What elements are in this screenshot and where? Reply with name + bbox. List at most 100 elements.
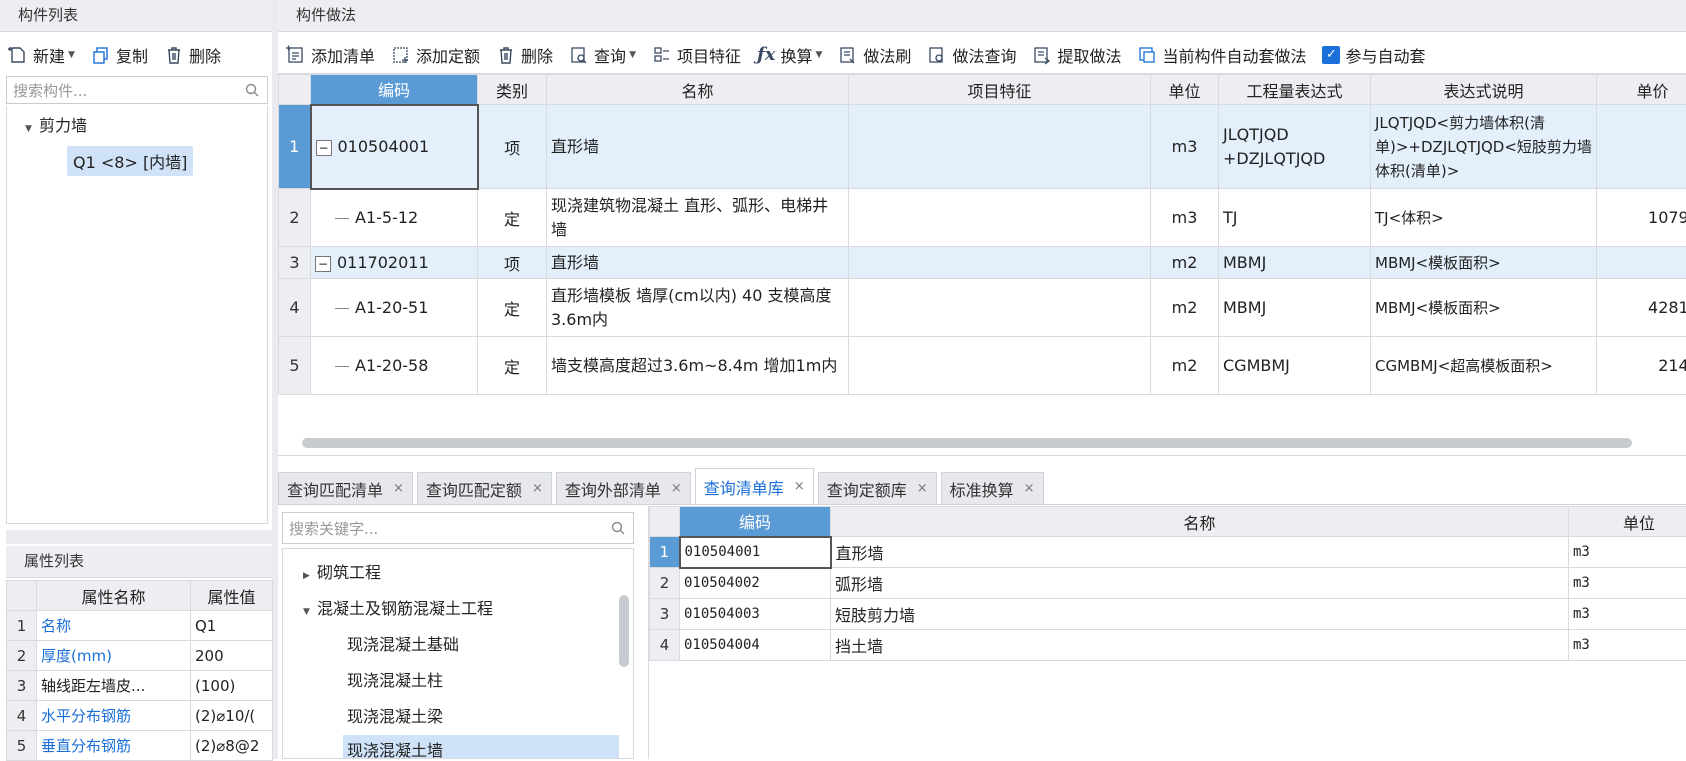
add-quota-button[interactable]: 添加定额 <box>383 38 488 72</box>
tree-node-concrete[interactable]: ▼混凝土及钢筋混凝土工程 <box>303 595 493 619</box>
method-feature[interactable] <box>849 189 1151 247</box>
close-icon[interactable]: × <box>1024 481 1035 496</box>
method-name[interactable]: 直形墙模板 墙厚(cm以内) 40 支模高度3.6m内 <box>547 279 849 337</box>
bottom-tab[interactable]: 查询外部清单× <box>556 472 691 504</box>
method-col-feature[interactable]: 项目特征 <box>849 75 1151 105</box>
collapse-box-icon[interactable]: − <box>316 140 332 156</box>
close-icon[interactable]: × <box>917 481 928 496</box>
method-col-price[interactable]: 单价 <box>1597 75 1686 105</box>
tree-item-q1[interactable]: Q1 <8> [内墙] <box>67 146 193 176</box>
method-code-cell[interactable]: −010504001 <box>311 105 478 189</box>
method-expression[interactable]: JLQTJQD +DZJLQTJQD <box>1219 105 1371 189</box>
convert-button[interactable]: ƒx 换算 ▼ <box>749 38 830 72</box>
library-code[interactable]: 010504002 <box>680 568 831 599</box>
property-value[interactable]: (2)⌀10/( <box>191 701 273 731</box>
convert-dropdown-icon[interactable]: ▼ <box>816 50 823 60</box>
property-value[interactable]: Q1 <box>191 611 273 641</box>
method-name[interactable]: 现浇建筑物混凝土 直形、弧形、电梯井墙 <box>547 189 849 247</box>
component-search-input[interactable]: 搜索构件... <box>6 76 268 104</box>
close-icon[interactable]: × <box>671 481 682 496</box>
property-row[interactable]: 1名称Q1 <box>7 611 273 641</box>
method-feature[interactable] <box>849 105 1151 189</box>
method-expression[interactable]: TJ <box>1219 189 1371 247</box>
close-icon[interactable]: × <box>794 479 805 494</box>
bottom-tab[interactable]: 查询定额库× <box>818 472 937 504</box>
collapse-box-icon[interactable]: − <box>315 256 331 272</box>
method-price[interactable]: 4281.1 <box>1597 279 1686 337</box>
method-expression[interactable]: CGMBMJ <box>1219 337 1371 395</box>
extract-method-button[interactable]: 提取做法 <box>1024 38 1129 72</box>
tree-node-foundation[interactable]: 现浇混凝土基础 <box>347 631 459 655</box>
item-feature-button[interactable]: 项目特征 <box>644 38 749 72</box>
checkbox-checked-icon[interactable]: ✓ <box>1322 46 1340 64</box>
new-button[interactable]: 新建 ▼ <box>0 38 83 72</box>
close-icon[interactable]: × <box>532 481 543 496</box>
method-brush-button[interactable]: 做法刷 <box>830 38 919 72</box>
search-icon[interactable] <box>245 83 259 97</box>
method-feature[interactable] <box>849 247 1151 279</box>
method-col-expr[interactable]: 工程量表达式 <box>1219 75 1371 105</box>
keyword-search-input[interactable]: 搜索关键字... <box>282 512 634 544</box>
library-name[interactable]: 直形墙 <box>831 537 1569 568</box>
bottom-tab[interactable]: 查询匹配清单× <box>278 472 413 504</box>
property-row[interactable]: 5垂直分布钢筋(2)⌀8@2 <box>7 731 273 761</box>
collapse-arrow-icon[interactable]: ▼ <box>25 124 39 134</box>
library-col-name[interactable]: 名称 <box>831 507 1569 537</box>
method-code-cell[interactable]: A1-20-51 <box>311 279 478 337</box>
method-code-cell[interactable]: A1-20-58 <box>311 337 478 395</box>
method-col-name[interactable]: 名称 <box>547 75 849 105</box>
library-name[interactable]: 挡土墙 <box>831 630 1569 661</box>
query-button[interactable]: 查询 ▼ <box>561 38 644 72</box>
horizontal-scrollbar[interactable] <box>302 438 1632 448</box>
method-code-cell[interactable]: A1-5-12 <box>311 189 478 247</box>
property-splitter[interactable] <box>6 530 272 544</box>
method-name[interactable]: 直形墙 <box>547 247 849 279</box>
property-row[interactable]: 2厚度(mm)200 <box>7 641 273 671</box>
library-row[interactable]: 4010504004挡土墙m3 <box>650 630 1686 661</box>
method-price[interactable] <box>1597 105 1686 189</box>
method-expression[interactable]: MBMJ <box>1219 247 1371 279</box>
property-value[interactable]: 200 <box>191 641 273 671</box>
library-code[interactable]: 010504001 <box>680 537 831 568</box>
method-name[interactable]: 墙支模高度超过3.6m~8.4m 增加1m内 <box>547 337 849 395</box>
library-row[interactable]: 1010504001直形墙m3 <box>650 537 1686 568</box>
tree-node-beam[interactable]: 现浇混凝土梁 <box>347 703 443 727</box>
bottom-tab[interactable]: 标准换算× <box>941 472 1044 504</box>
method-price[interactable] <box>1597 247 1686 279</box>
method-row[interactable]: 5A1-20-58定墙支模高度超过3.6m~8.4m 增加1m内m2CGMBMJ… <box>279 337 1686 395</box>
delete-component-button[interactable]: 删除 <box>156 38 229 72</box>
library-col-code[interactable]: 编码 <box>680 507 831 537</box>
method-col-type[interactable]: 类别 <box>478 75 547 105</box>
expand-arrow-icon[interactable]: ▶ <box>303 571 317 581</box>
method-row[interactable]: 2A1-5-12定现浇建筑物混凝土 直形、弧形、电梯井墙m3TJTJ<体积>10… <box>279 189 1686 247</box>
method-code-cell[interactable]: −011702011 <box>311 247 478 279</box>
library-code[interactable]: 010504004 <box>680 630 831 661</box>
tree-node-wall[interactable]: 现浇混凝土墙 <box>343 735 619 759</box>
property-header-value[interactable]: 属性值 <box>191 581 273 611</box>
library-code[interactable]: 010504003 <box>680 599 831 630</box>
method-col-unit[interactable]: 单位 <box>1151 75 1219 105</box>
method-name[interactable]: 直形墙 <box>547 105 849 189</box>
delete-method-button[interactable]: 删除 <box>488 38 561 72</box>
bottom-tab[interactable]: 查询清单库× <box>695 468 814 504</box>
property-header-name[interactable]: 属性名称 <box>37 581 191 611</box>
copy-button[interactable]: 复制 <box>83 38 156 72</box>
query-dropdown-icon[interactable]: ▼ <box>629 50 636 60</box>
library-row[interactable]: 2010504002弧形墙m3 <box>650 568 1686 599</box>
method-row[interactable]: 4A1-20-51定直形墙模板 墙厚(cm以内) 40 支模高度3.6m内m2M… <box>279 279 1686 337</box>
bottom-tab[interactable]: 查询匹配定额× <box>417 472 552 504</box>
participate-auto-checkbox[interactable]: ✓ 参与自动套 <box>1314 38 1433 72</box>
property-row[interactable]: 4水平分布钢筋(2)⌀10/( <box>7 701 273 731</box>
tree-scrollbar[interactable] <box>619 595 629 667</box>
new-dropdown-icon[interactable]: ▼ <box>68 50 75 60</box>
method-col-code[interactable]: 编码 <box>311 75 478 105</box>
library-name[interactable]: 短肢剪力墙 <box>831 599 1569 630</box>
property-row[interactable]: 3轴线距左墙皮...(100) <box>7 671 273 701</box>
library-col-unit[interactable]: 单位 <box>1569 507 1686 537</box>
tree-node-column[interactable]: 现浇混凝土柱 <box>347 667 443 691</box>
method-price[interactable]: 214.1 <box>1597 337 1686 395</box>
method-price[interactable]: 1079.6 <box>1597 189 1686 247</box>
property-value[interactable]: (100) <box>191 671 273 701</box>
property-value[interactable]: (2)⌀8@2 <box>191 731 273 761</box>
method-row[interactable]: 1−010504001项直形墙m3JLQTJQD +DZJLQTJQDJLQTJ… <box>279 105 1686 189</box>
